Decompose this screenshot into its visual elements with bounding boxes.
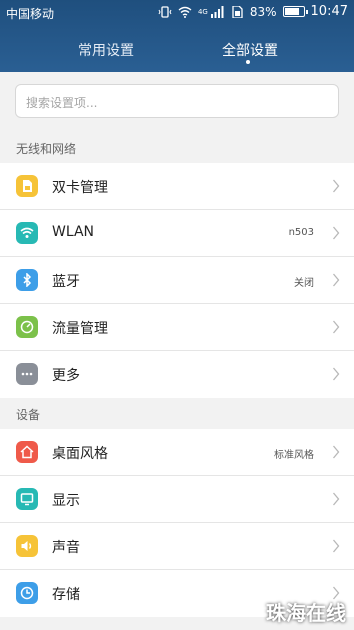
row-label: 桌面风格 — [52, 446, 108, 462]
row-label: 更多 — [52, 368, 80, 384]
wifi-status-icon — [178, 6, 192, 18]
sound-icon — [16, 535, 38, 557]
settings-row-sound[interactable]: 声音 — [0, 523, 354, 570]
settings-row-data-usage[interactable]: 流量管理 — [0, 304, 354, 351]
home-style-icon — [16, 441, 38, 463]
watermark-logo: 珠海在线 — [266, 601, 346, 625]
section-header: 无线和网络 — [16, 142, 77, 156]
row-label: 双卡管理 — [52, 180, 108, 196]
active-tab-indicator — [246, 60, 250, 64]
more-icon — [16, 363, 38, 385]
sim-status-icon — [232, 5, 243, 18]
storage-icon — [16, 582, 38, 604]
status-bar: 中国移动 4G 83% 10:47 — [0, 0, 354, 26]
row-label: 流量管理 — [52, 321, 108, 337]
chevron-right-icon — [333, 320, 340, 334]
chevron-right-icon — [333, 226, 340, 240]
settings-row-more[interactable]: 更多 — [0, 351, 354, 398]
chevron-right-icon — [333, 273, 340, 287]
row-label: 存储 — [52, 587, 80, 603]
row-value: 标准风格 — [274, 450, 314, 461]
network-type: 4G — [197, 7, 208, 16]
carrier-name: 中国移动 — [6, 7, 55, 21]
settings-group: 双卡管理 WLAN n503 蓝牙 关闭流量管理更多 — [0, 163, 354, 398]
settings-row-dual-sim[interactable]: 双卡管理 — [0, 163, 354, 210]
chevron-right-icon — [333, 179, 340, 193]
settings-row-home-style[interactable]: 桌面风格 标准风格 — [0, 429, 354, 476]
tab-common-settings[interactable]: 常用设置 — [78, 40, 134, 60]
display-icon — [16, 488, 38, 510]
row-label: WLAN — [52, 224, 95, 240]
dual-sim-icon — [16, 175, 38, 197]
row-label: 声音 — [52, 540, 80, 556]
settings-row-bluetooth[interactable]: 蓝牙 关闭 — [0, 257, 354, 304]
row-value: n503 — [288, 227, 314, 238]
chevron-right-icon — [333, 445, 340, 459]
chevron-right-icon — [333, 539, 340, 553]
signal-icon — [210, 5, 224, 18]
battery-icon — [282, 6, 308, 17]
settings-group: 桌面风格 标准风格显示声音存储 — [0, 429, 354, 617]
section-header: 设备 — [16, 408, 41, 422]
row-label: 蓝牙 — [52, 274, 80, 290]
settings-tabs: 常用设置 全部设置 — [0, 36, 354, 68]
settings-row-display[interactable]: 显示 — [0, 476, 354, 523]
battery-percent: 83% — [249, 4, 277, 19]
chevron-right-icon — [333, 367, 340, 381]
clock: 10:47 — [310, 4, 348, 19]
row-label: 显示 — [52, 493, 80, 509]
data-usage-icon — [16, 316, 38, 338]
vibrate-icon — [158, 5, 172, 18]
wifi-icon — [16, 222, 38, 244]
row-value: 关闭 — [294, 278, 314, 289]
app-header: 中国移动 4G 83% 10:47 常用设置 全部设置 — [0, 0, 354, 72]
tab-all-settings[interactable]: 全部设置 — [222, 40, 278, 60]
search-input[interactable]: 搜索设置项... — [15, 84, 339, 118]
status-icons: 4G 83% 10:47 — [158, 4, 348, 19]
settings-row-wlan[interactable]: WLAN n503 — [0, 210, 354, 257]
chevron-right-icon — [333, 492, 340, 506]
bluetooth-icon — [16, 269, 38, 291]
